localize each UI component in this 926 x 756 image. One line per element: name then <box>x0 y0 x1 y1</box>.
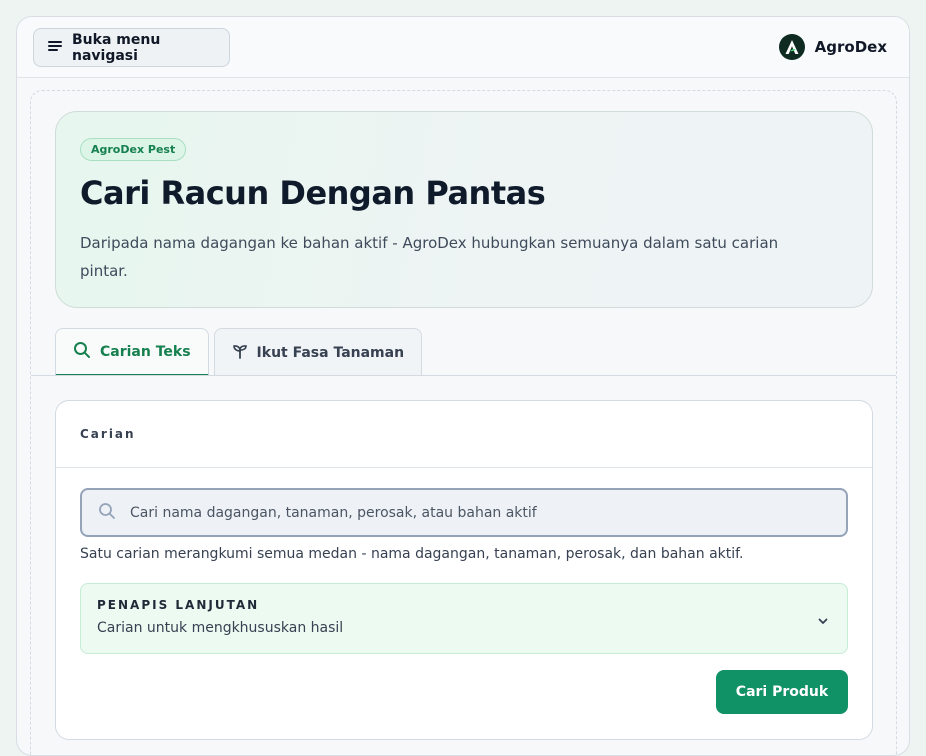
search-input[interactable] <box>130 504 810 521</box>
advanced-filter-title: PENAPIS LANJUTAN <box>97 598 260 612</box>
search-icon <box>73 341 91 363</box>
app-frame: Buka menu navigasi AgroDex AgroDex Pest … <box>16 16 910 756</box>
hero-panel: AgroDex Pest Cari Racun Dengan Pantas Da… <box>55 111 873 308</box>
agrodex-logo-icon <box>778 34 805 60</box>
open-navigation-label: Buka menu navigasi <box>72 31 161 64</box>
tab-crop-phase-label: Ikut Fasa Tanaman <box>256 344 405 361</box>
search-helper-text: Satu carian merangkumi semua medan - nam… <box>80 546 744 562</box>
hero-description: Daripada nama dagangan ke bahan aktif - … <box>80 234 779 280</box>
search-card-heading: Carian <box>56 401 872 468</box>
tab-crop-phase[interactable]: Ikut Fasa Tanaman <box>213 328 423 376</box>
tab-text-search[interactable]: Carian Teks <box>55 328 209 376</box>
search-mode-tabs: Carian Teks Ikut Fasa Tanaman <box>55 328 423 376</box>
advanced-filter-toggle[interactable]: PENAPIS LANJUTAN Carian untuk mengkhusus… <box>80 583 848 654</box>
search-field[interactable] <box>80 488 848 537</box>
chevron-down-icon <box>817 612 829 631</box>
tabs-divider <box>31 375 896 376</box>
menu-icon <box>48 40 62 56</box>
search-icon <box>98 502 116 524</box>
search-card: Carian Satu carian merangkumi semua meda… <box>55 400 873 740</box>
top-bar: Buka menu navigasi AgroDex <box>17 17 909 78</box>
brand[interactable]: AgroDex <box>778 34 887 60</box>
brand-name: AgroDex <box>814 38 887 56</box>
search-products-button[interactable]: Cari Produk <box>716 670 848 714</box>
open-navigation-button[interactable]: Buka menu navigasi <box>33 28 230 67</box>
main-content: AgroDex Pest Cari Racun Dengan Pantas Da… <box>30 90 897 755</box>
advanced-filter-subtitle: Carian untuk mengkhususkan hasil <box>97 620 344 636</box>
sprout-icon <box>232 343 248 363</box>
hero-badge: AgroDex Pest <box>80 138 187 161</box>
tab-text-search-label: Carian Teks <box>100 343 191 360</box>
page-title: Cari Racun Dengan Pantas <box>80 174 546 212</box>
